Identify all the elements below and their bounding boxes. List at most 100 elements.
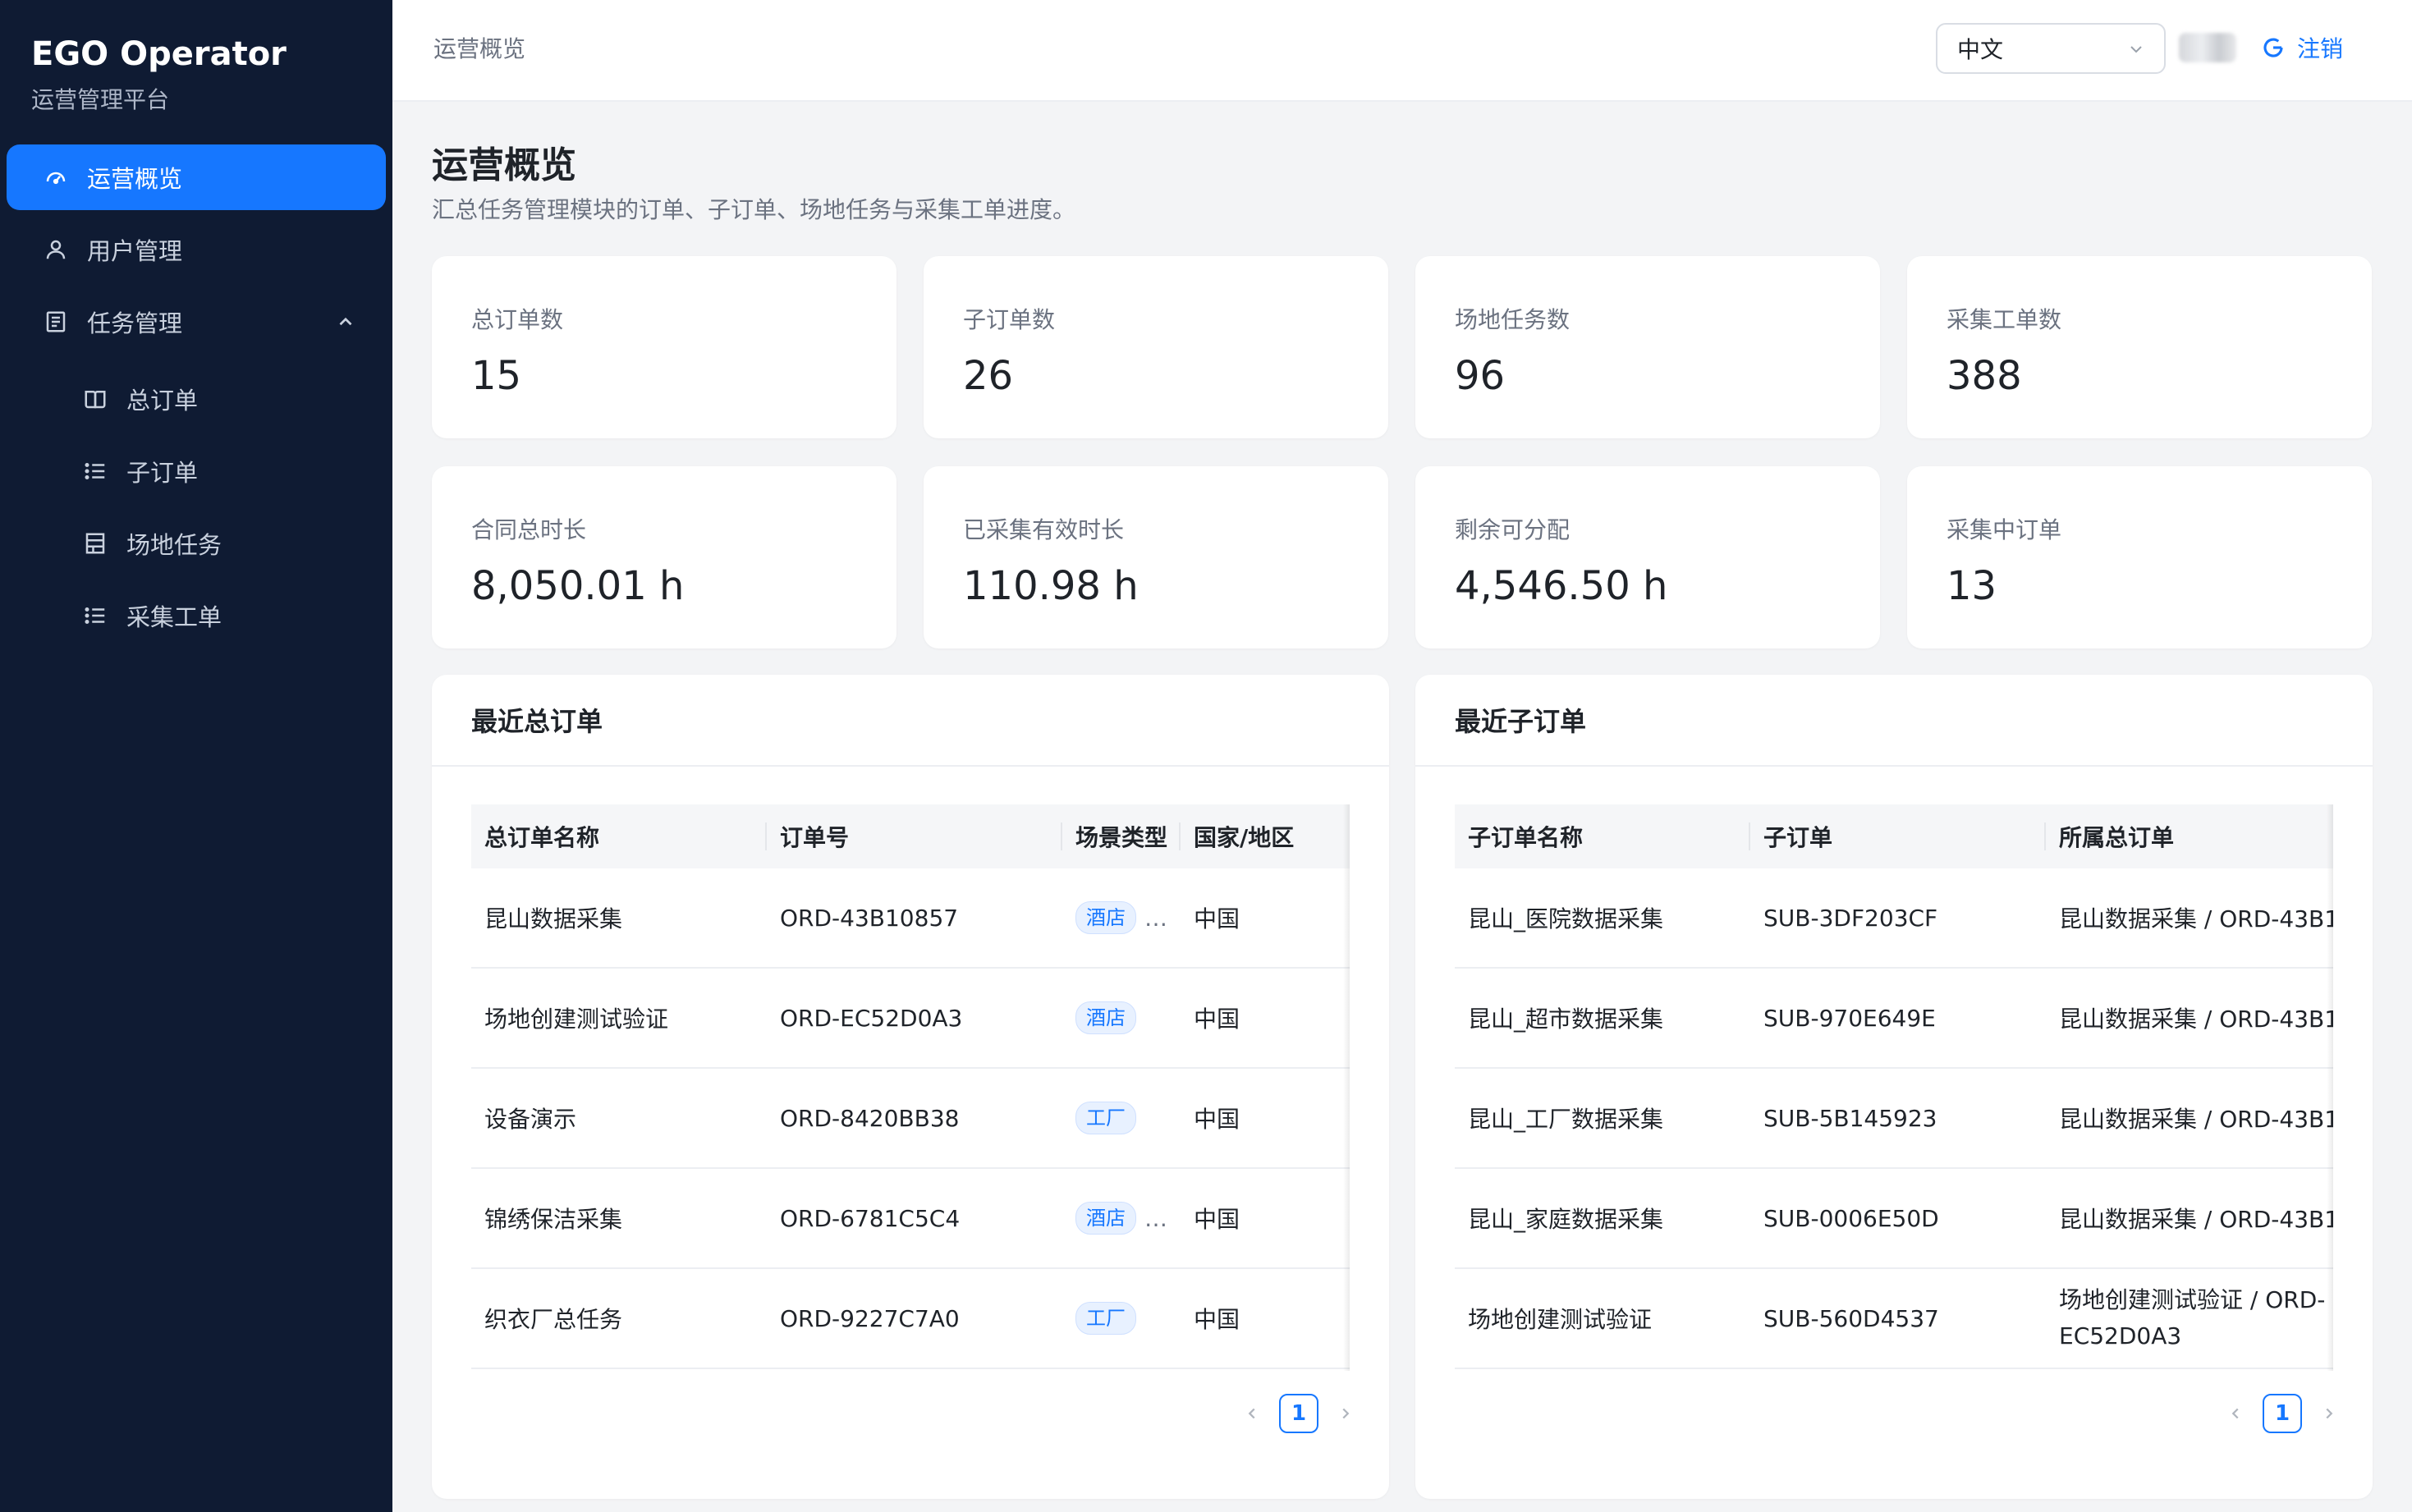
more-tags-ellipsis: … bbox=[1144, 904, 1167, 932]
language-value: 中文 bbox=[1957, 36, 2004, 63]
page-title: 运营概览 bbox=[432, 144, 576, 186]
logout-button[interactable]: 注销 bbox=[2261, 30, 2343, 66]
stat-label: 合同总时长 bbox=[471, 516, 587, 543]
top-header: 运营概览 中文 注销 bbox=[392, 0, 2412, 102]
parent-order: 场地创建测试验证 / ORD-EC52D0A3 bbox=[2059, 1286, 2326, 1349]
stat-value: 110.98 h bbox=[963, 563, 1139, 609]
recent-suborders-card: 最近子订单 子订单名称 子订单 所属总订单 昆山_医院数据采集 SUB-3DF2… bbox=[1415, 675, 2373, 1499]
sidebar: EGO Operator 运营管理平台 运营概览 用户管理 任务管理 总订单 子… bbox=[0, 0, 392, 1512]
sidebar-item-label: 子订单 bbox=[126, 459, 199, 487]
sidebar-item-users[interactable]: 用户管理 bbox=[7, 217, 386, 282]
column-header: 国家/地区 bbox=[1179, 804, 1294, 868]
table-header: 子订单名称 子订单 所属总订单 bbox=[1455, 804, 2333, 868]
logout-label: 注销 bbox=[2297, 35, 2344, 62]
book-icon bbox=[82, 386, 108, 412]
stat-value: 96 bbox=[1455, 353, 1506, 399]
brand: EGO Operator 运营管理平台 bbox=[31, 31, 287, 118]
order-name: 锦绣保洁采集 bbox=[484, 1206, 623, 1233]
stat-value: 4,546.50 h bbox=[1455, 563, 1668, 609]
language-select[interactable]: 中文 bbox=[1936, 23, 2166, 74]
sidebar-item-overview[interactable]: 运营概览 bbox=[7, 144, 386, 210]
orders-pagination: 1 bbox=[1240, 1394, 1358, 1433]
card-title: 最近子订单 bbox=[1415, 675, 2373, 767]
stat-card-site-tasks: 场地任务数 96 bbox=[1415, 256, 1880, 438]
suborder-name: 昆山_工厂数据采集 bbox=[1468, 1106, 1664, 1133]
suborder-name: 昆山_超市数据采集 bbox=[1468, 1006, 1664, 1033]
prev-page-button[interactable] bbox=[2223, 1401, 2248, 1426]
stat-card-contract-hours: 合同总时长 8,050.01 h bbox=[432, 466, 896, 648]
sidebar-item-tasks[interactable]: 任务管理 bbox=[7, 289, 386, 355]
column-header: 场景类型 bbox=[1061, 804, 1167, 868]
table-row[interactable]: 昆山数据采集 ORD-43B10857 酒店 … 中国 bbox=[471, 868, 1350, 969]
chevron-down-icon bbox=[2130, 46, 2142, 53]
avatar[interactable] bbox=[2179, 33, 2236, 62]
sidebar-item-work-orders[interactable]: 采集工单 bbox=[7, 583, 386, 648]
sidebar-item-site-tasks[interactable]: 场地任务 bbox=[7, 511, 386, 576]
stat-label: 子订单数 bbox=[963, 306, 1056, 333]
stat-value: 15 bbox=[471, 353, 522, 399]
chevron-up-icon bbox=[339, 317, 352, 326]
list-icon bbox=[82, 603, 108, 629]
table-row[interactable]: 织衣厂总任务 ORD-9227C7A0 工厂 中国 bbox=[471, 1269, 1350, 1369]
page-1-button[interactable]: 1 bbox=[2263, 1394, 2302, 1433]
table-row[interactable]: 场地创建测试验证 SUB-560D4537 场地创建测试验证 / ORD-EC5… bbox=[1455, 1269, 2333, 1369]
suborder-number: SUB-3DF203CF bbox=[1763, 904, 1938, 932]
next-page-button[interactable] bbox=[1333, 1401, 1358, 1426]
brand-subtitle: 运营管理平台 bbox=[31, 86, 170, 113]
scene-tag: 工厂 bbox=[1075, 1302, 1136, 1335]
next-page-button[interactable] bbox=[2317, 1401, 2341, 1426]
table-row[interactable]: 场地创建测试验证 ORD-EC52D0A3 酒店 中国 bbox=[471, 969, 1350, 1069]
breadcrumb: 运营概览 bbox=[433, 35, 526, 62]
parent-order: 昆山数据采集 / ORD-43B10857 bbox=[2059, 1206, 2333, 1233]
table-row[interactable]: 昆山_超市数据采集 SUB-970E649E 昆山数据采集 / ORD-43B1… bbox=[1455, 969, 2333, 1069]
stat-value: 26 bbox=[963, 353, 1014, 399]
stat-card-work-orders: 采集工单数 388 bbox=[1907, 256, 2372, 438]
prev-page-button[interactable] bbox=[1240, 1401, 1264, 1426]
table-row[interactable]: 锦绣保洁采集 ORD-6781C5C4 酒店 … 中国 bbox=[471, 1169, 1350, 1269]
order-number: ORD-6781C5C4 bbox=[780, 1204, 961, 1232]
user-icon bbox=[43, 236, 69, 263]
suborders-pagination: 1 bbox=[2223, 1394, 2341, 1433]
stat-card-collected-hours: 已采集有效时长 110.98 h bbox=[924, 466, 1388, 648]
sidebar-item-label: 场地任务 bbox=[126, 531, 222, 559]
stat-value: 13 bbox=[1947, 563, 1997, 609]
stat-card-total-orders: 总订单数 15 bbox=[432, 256, 896, 438]
chevron-left-icon bbox=[2231, 1408, 2239, 1419]
parent-order: 昆山数据采集 / ORD-43B10857 bbox=[2059, 905, 2333, 932]
table-row[interactable]: 昆山_家庭数据采集 SUB-0006E50D 昆山数据采集 / ORD-43B1… bbox=[1455, 1169, 2333, 1269]
column-header: 子订单名称 bbox=[1468, 824, 1584, 851]
page-1-button[interactable]: 1 bbox=[1279, 1394, 1318, 1433]
chevron-right-icon bbox=[1342, 1408, 1350, 1419]
order-number: ORD-8420BB38 bbox=[780, 1104, 960, 1132]
suborder-name: 昆山_医院数据采集 bbox=[1468, 905, 1664, 932]
table-row[interactable]: 昆山_医院数据采集 SUB-3DF203CF 昆山数据采集 / ORD-43B1… bbox=[1455, 868, 2333, 969]
country: 中国 bbox=[1194, 1006, 1240, 1033]
sidebar-item-orders[interactable]: 总订单 bbox=[7, 366, 386, 432]
column-header: 子订单 bbox=[1749, 804, 1832, 868]
order-name: 昆山数据采集 bbox=[484, 905, 623, 932]
country: 中国 bbox=[1194, 1206, 1240, 1233]
suborder-number: SUB-970E649E bbox=[1763, 1004, 1936, 1032]
table-row[interactable]: 昆山_工厂数据采集 SUB-5B145923 昆山数据采集 / ORD-43B1… bbox=[1455, 1069, 2333, 1169]
stat-value: 388 bbox=[1947, 353, 2022, 399]
order-name: 织衣厂总任务 bbox=[484, 1306, 623, 1333]
stat-card-suborders: 子订单数 26 bbox=[924, 256, 1388, 438]
scene-tag: 酒店 bbox=[1075, 1001, 1136, 1034]
table-row[interactable]: 设备演示 ORD-8420BB38 工厂 中国 bbox=[471, 1069, 1350, 1169]
stat-value: 8,050.01 h bbox=[471, 563, 685, 609]
recent-orders-card: 最近总订单 总订单名称 订单号 场景类型 国家/地区 昆山数据采集 ORD-43… bbox=[432, 675, 1389, 1499]
page-description: 汇总任务管理模块的订单、子订单、场地任务与采集工单进度。 bbox=[432, 196, 1076, 223]
stat-label: 剩余可分配 bbox=[1455, 516, 1571, 543]
column-header: 所属总订单 bbox=[2044, 804, 2174, 868]
suborder-name: 昆山_家庭数据采集 bbox=[1468, 1206, 1664, 1233]
sidebar-item-label: 用户管理 bbox=[87, 237, 183, 265]
country: 中国 bbox=[1194, 1106, 1240, 1133]
country: 中国 bbox=[1194, 1306, 1240, 1333]
suborder-number: SUB-0006E50D bbox=[1763, 1204, 1939, 1232]
card-title: 最近总订单 bbox=[432, 675, 1389, 767]
sidebar-item-suborders[interactable]: 子订单 bbox=[7, 438, 386, 504]
parent-order: 昆山数据采集 / ORD-43B10857 bbox=[2059, 1106, 2333, 1133]
scene-tag: 酒店 bbox=[1075, 901, 1136, 934]
logout-icon bbox=[2263, 38, 2283, 57]
suborder-number: SUB-5B145923 bbox=[1763, 1104, 1937, 1132]
